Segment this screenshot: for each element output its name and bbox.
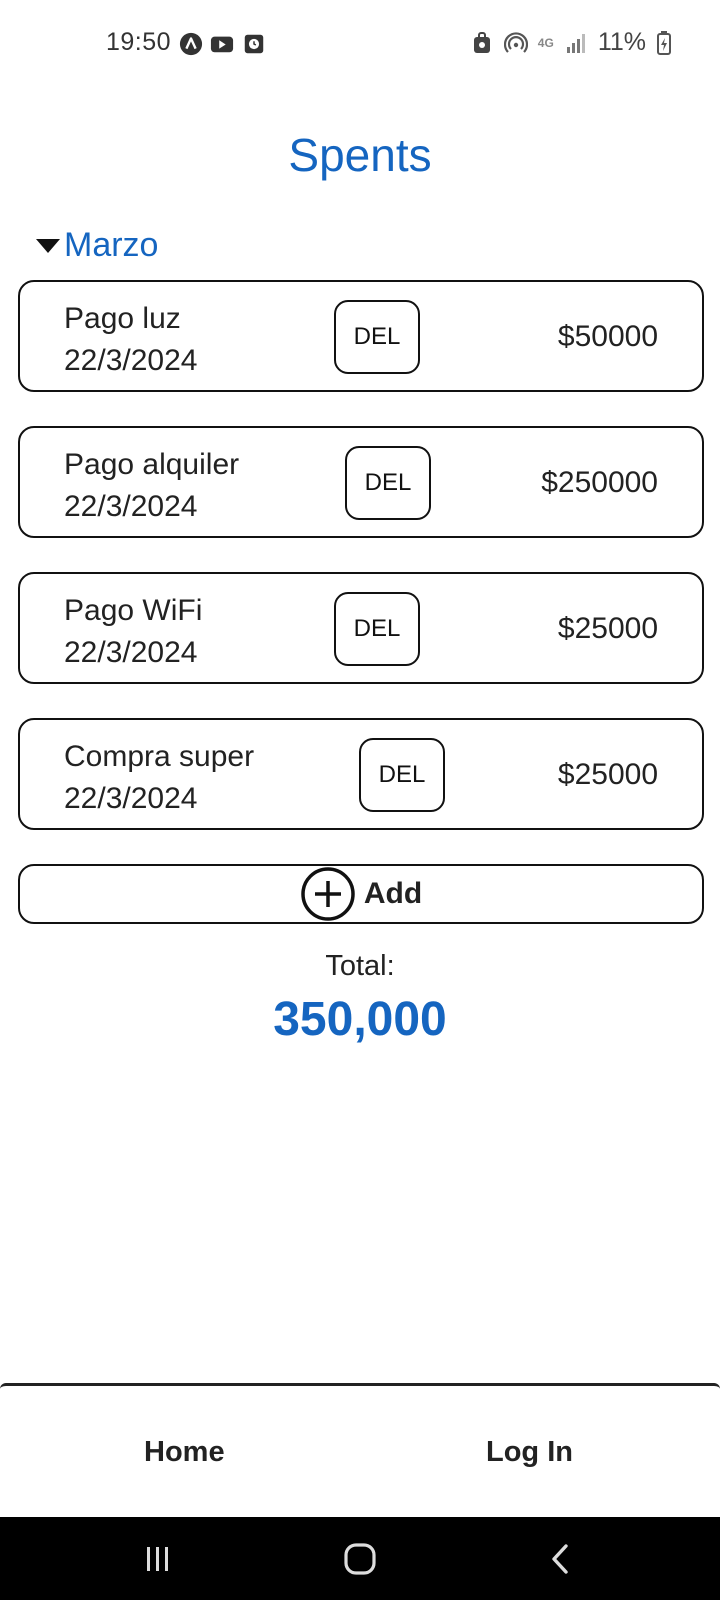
hotspot-icon <box>503 31 528 53</box>
expense-date: 22/3/2024 <box>64 636 198 669</box>
expense-card: Pago alquiler 22/3/2024 DEL $250000 <box>18 426 704 538</box>
expense-date: 22/3/2024 <box>64 782 198 815</box>
section-label: Marzo <box>64 226 159 264</box>
expense-name: Pago alquiler <box>64 448 240 481</box>
add-label: Add <box>363 877 423 910</box>
home-icon[interactable] <box>340 1539 380 1579</box>
delete-button[interactable]: DEL <box>345 446 431 520</box>
battery-percent: 11% <box>597 28 646 56</box>
system-nav-bar <box>0 1517 720 1600</box>
caret-down-icon <box>36 238 60 253</box>
delete-button[interactable]: DEL <box>334 300 420 374</box>
expense-date: 22/3/2024 <box>64 344 198 377</box>
status-right-group: 4G 11% <box>470 28 672 57</box>
status-bar: 19:50 4G 11% <box>0 0 720 88</box>
signal-icon <box>566 33 585 53</box>
clock-app-icon <box>244 34 264 54</box>
tab-login[interactable]: Log In <box>486 1436 573 1469</box>
delete-button[interactable]: DEL <box>359 738 445 812</box>
expense-amount: $50000 <box>557 320 658 353</box>
expense-amount: $250000 <box>541 466 658 499</box>
expense-card: Pago WiFi 22/3/2024 DEL $25000 <box>18 572 704 684</box>
expense-name: Compra super <box>64 740 255 773</box>
expense-amount: $25000 <box>557 612 658 645</box>
app-a-icon <box>179 32 203 56</box>
plus-circle-icon <box>301 867 355 921</box>
tab-home[interactable]: Home <box>144 1436 225 1469</box>
recents-icon[interactable] <box>138 1539 178 1579</box>
total-label: Total: <box>325 950 395 982</box>
youtube-icon <box>210 36 234 53</box>
expense-card: Compra super 22/3/2024 DEL $25000 <box>18 718 704 830</box>
battery-charging-icon <box>657 30 671 55</box>
delete-button[interactable]: DEL <box>334 592 420 666</box>
expense-amount: $25000 <box>557 758 658 791</box>
expense-name: Pago WiFi <box>64 594 203 627</box>
expense-card: Pago luz 22/3/2024 DEL $50000 <box>18 280 704 392</box>
bottom-tab-bar: Home Log In <box>0 1383 720 1517</box>
page-title: Spents <box>288 129 432 181</box>
vpn-lock-icon <box>473 31 490 53</box>
status-time: 19:50 <box>106 28 172 56</box>
network-4g-icon: 4G <box>537 35 554 50</box>
expense-date: 22/3/2024 <box>64 490 198 523</box>
add-button[interactable]: Add <box>18 864 704 924</box>
section-header-marzo[interactable]: Marzo <box>36 226 158 265</box>
expense-name: Pago luz <box>64 302 181 335</box>
back-icon[interactable] <box>542 1539 582 1579</box>
total-value: 350,000 <box>273 993 447 1046</box>
